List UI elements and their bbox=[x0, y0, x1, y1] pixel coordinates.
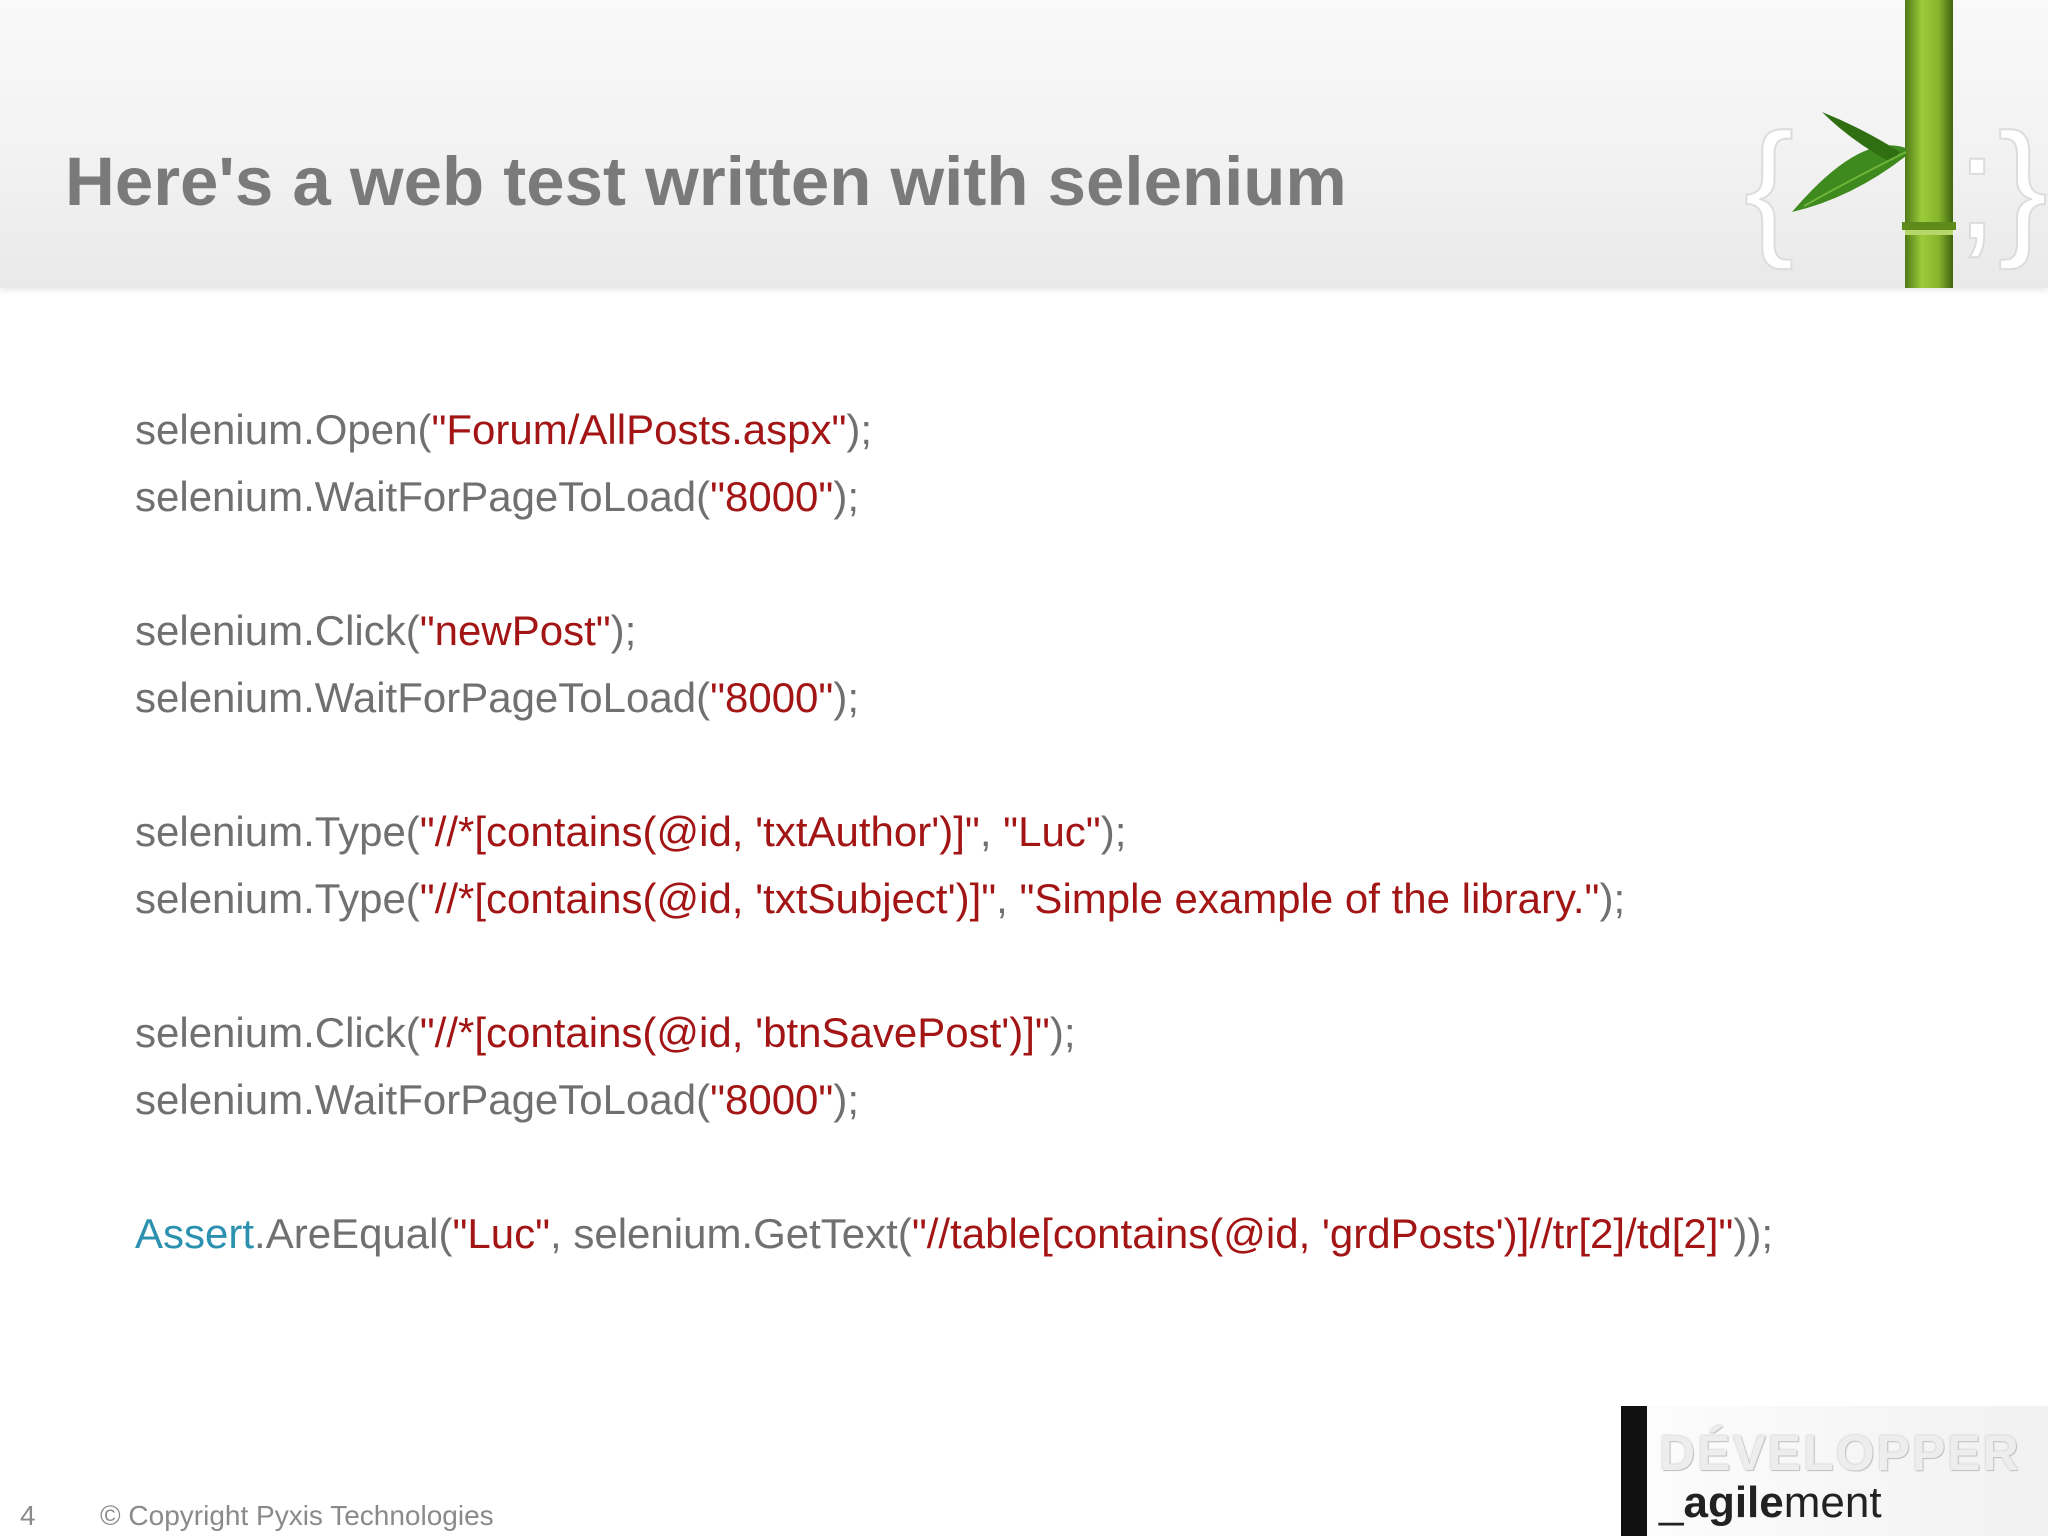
code-method: selenium.Type( bbox=[135, 875, 420, 922]
code-punct: ); bbox=[846, 406, 873, 453]
code-punct: , bbox=[996, 875, 1020, 922]
code-string: "newPost" bbox=[419, 607, 611, 654]
slide-number: 4 bbox=[20, 1500, 36, 1531]
code-line: selenium.WaitForPageToLoad("8000"); bbox=[135, 664, 1773, 731]
code-block: selenium.Open("Forum/AllPosts.aspx"); se… bbox=[135, 396, 1773, 1267]
code-string: "Forum/AllPosts.aspx" bbox=[431, 406, 847, 453]
code-punct: ); bbox=[833, 674, 859, 721]
brand-logo: DÉVELOPPER _agilement bbox=[1621, 1406, 2048, 1536]
copyright-notice: © Copyright Pyxis Technologies bbox=[100, 1500, 494, 1531]
code-punct: ); bbox=[833, 473, 859, 520]
code-line: selenium.WaitForPageToLoad("8000"); bbox=[135, 463, 1773, 530]
code-string: "8000" bbox=[710, 1076, 834, 1123]
brand-prefix: _ bbox=[1659, 1478, 1684, 1527]
brand-subtitle: _agilement bbox=[1659, 1478, 1882, 1528]
brand-bar bbox=[1621, 1406, 1647, 1536]
code-line: selenium.Open("Forum/AllPosts.aspx"); bbox=[135, 396, 1773, 463]
code-line: selenium.WaitForPageToLoad("8000"); bbox=[135, 1066, 1773, 1133]
code-string: "8000" bbox=[710, 473, 834, 520]
brand-bold: agile bbox=[1683, 1478, 1784, 1527]
slide-title: Here's a web test written with selenium bbox=[65, 143, 1347, 220]
code-method: selenium.WaitForPageToLoad( bbox=[135, 674, 711, 721]
code-punct: )); bbox=[1733, 1210, 1773, 1257]
code-method: selenium.Type( bbox=[135, 808, 420, 855]
code-string: "//*[contains(@id, 'btnSavePost')]" bbox=[419, 1009, 1050, 1056]
code-punct: ); bbox=[1049, 1009, 1076, 1056]
code-line: selenium.Click("//*[contains(@id, 'btnSa… bbox=[135, 999, 1773, 1066]
code-string: "Luc" bbox=[1003, 808, 1101, 855]
code-punct: ); bbox=[610, 607, 637, 654]
code-punct: ); bbox=[1100, 808, 1127, 855]
code-line: selenium.Click("newPost"); bbox=[135, 597, 1773, 664]
bamboo-braces-icon: { ;} bbox=[1743, 0, 2048, 288]
code-line: Assert.AreEqual("Luc", selenium.GetText(… bbox=[135, 1200, 1773, 1267]
code-line: selenium.Type("//*[contains(@id, 'txtSub… bbox=[135, 865, 1773, 932]
brand-title: DÉVELOPPER bbox=[1659, 1425, 2021, 1481]
code-string: "//table[contains(@id, 'grdPosts')]//tr[… bbox=[911, 1210, 1734, 1257]
code-punct: ); bbox=[1599, 875, 1626, 922]
code-string: "Luc" bbox=[452, 1210, 551, 1257]
code-punct: ); bbox=[833, 1076, 859, 1123]
code-class-name: Assert bbox=[135, 1210, 255, 1257]
brand-rest: ment bbox=[1783, 1478, 1882, 1527]
code-method: selenium.Click( bbox=[135, 607, 420, 654]
code-method: selenium.Click( bbox=[135, 1009, 420, 1056]
code-punct: , bbox=[979, 808, 1004, 855]
code-method: , selenium.GetText( bbox=[550, 1210, 912, 1257]
code-method: .AreEqual( bbox=[254, 1210, 453, 1257]
code-string: "//*[contains(@id, 'txtSubject')]" bbox=[419, 875, 997, 922]
slide-header: Here's a web test written with selenium … bbox=[0, 0, 2048, 288]
code-method: selenium.WaitForPageToLoad( bbox=[135, 473, 711, 520]
code-method: selenium.WaitForPageToLoad( bbox=[135, 1076, 711, 1123]
code-line: selenium.Type("//*[contains(@id, 'txtAut… bbox=[135, 798, 1773, 865]
code-string: "//*[contains(@id, 'txtAuthor')]" bbox=[419, 808, 980, 855]
brace-left: { bbox=[1744, 102, 1794, 270]
brace-right: ;} bbox=[1956, 102, 2048, 270]
code-string: "Simple example of the library." bbox=[1019, 875, 1600, 922]
code-method: selenium.Open( bbox=[135, 406, 432, 453]
code-string: "8000" bbox=[710, 674, 834, 721]
